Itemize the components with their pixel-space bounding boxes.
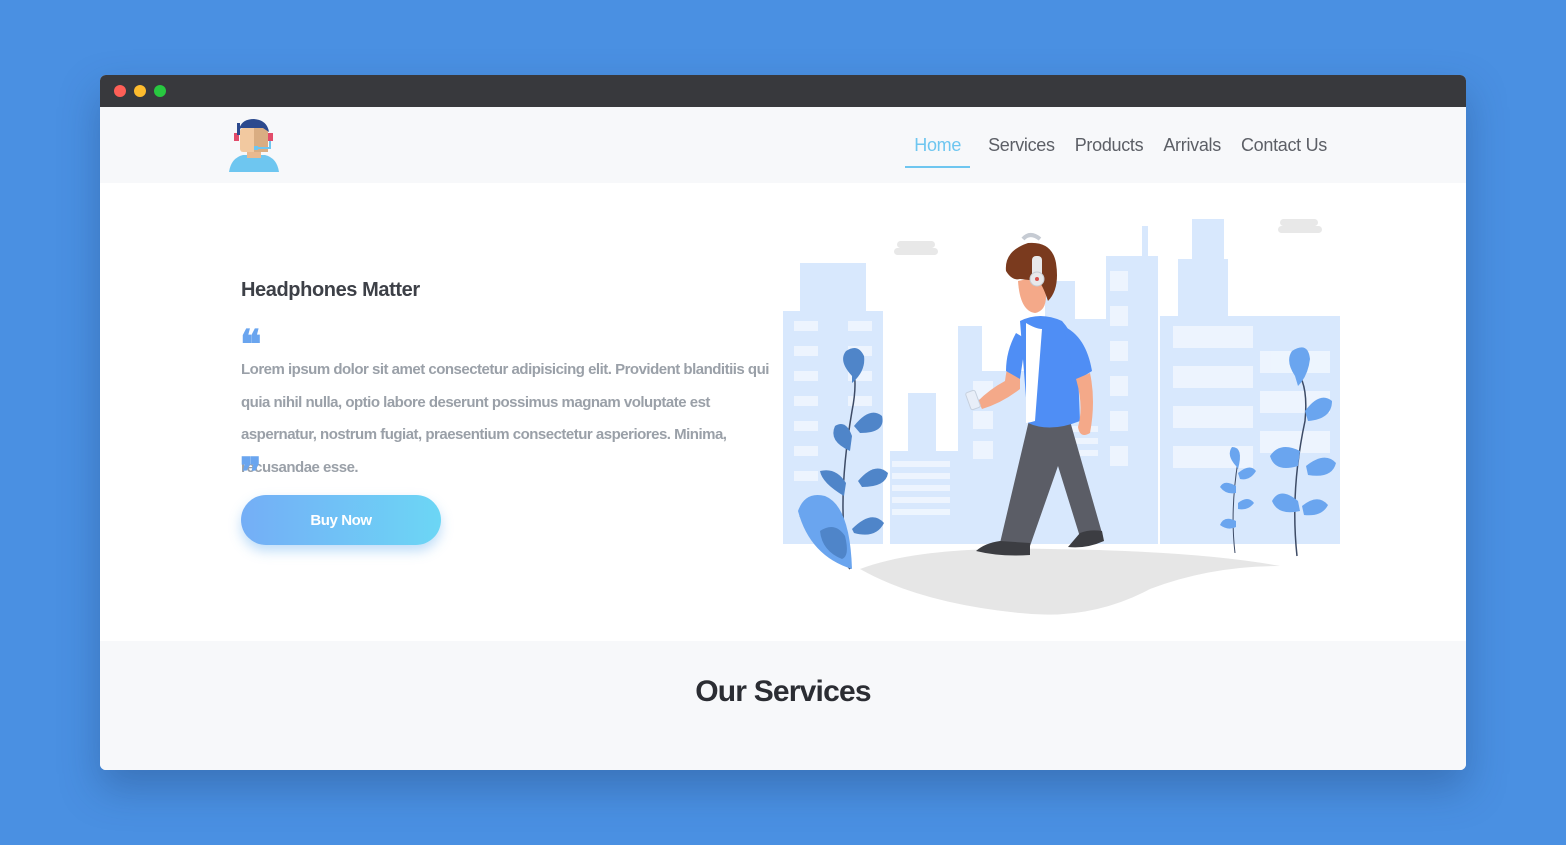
- nav-link-home[interactable]: Home: [905, 135, 970, 168]
- nav-link-contact-us[interactable]: Contact Us: [1239, 135, 1329, 156]
- headset-avatar-icon[interactable]: [227, 118, 281, 172]
- title-bar: [100, 75, 1466, 107]
- nav-link-products[interactable]: Products: [1073, 135, 1146, 156]
- minimize-window-button[interactable]: [134, 85, 146, 97]
- nav-menu: Home Services Products Arrivals Contact …: [905, 107, 1329, 183]
- browser-window: Home Services Products Arrivals Contact …: [100, 75, 1466, 770]
- hero-title: Headphones Matter: [241, 279, 420, 301]
- quote-close-icon: ❞: [240, 449, 262, 496]
- services-title: Our Services: [695, 675, 871, 708]
- close-window-button[interactable]: [114, 85, 126, 97]
- maximize-window-button[interactable]: [154, 85, 166, 97]
- nav-link-arrivals[interactable]: Arrivals: [1161, 135, 1223, 156]
- services-section: Our Services: [100, 641, 1466, 770]
- hero-section: Headphones Matter ❝ Lorem ipsum dolor si…: [100, 183, 1466, 641]
- hero-text: Lorem ipsum dolor sit amet consectetur a…: [241, 361, 769, 476]
- navbar: Home Services Products Arrivals Contact …: [100, 107, 1466, 183]
- person-walking-with-headphones-illustration: [783, 219, 1340, 615]
- buy-now-button[interactable]: Buy Now: [241, 495, 441, 545]
- nav-link-services[interactable]: Services: [986, 135, 1057, 156]
